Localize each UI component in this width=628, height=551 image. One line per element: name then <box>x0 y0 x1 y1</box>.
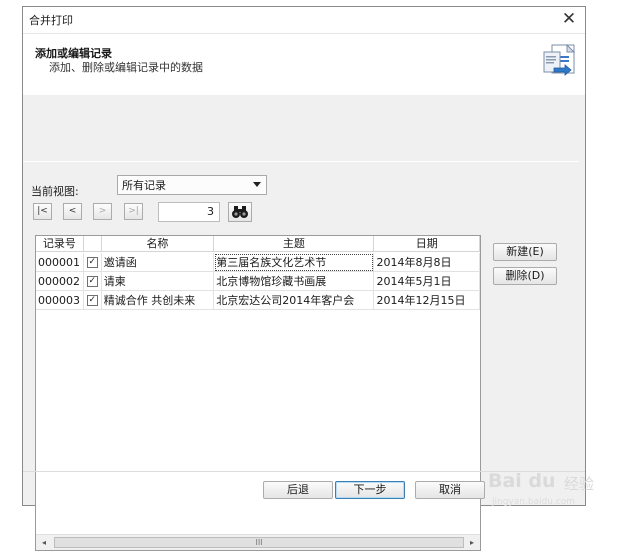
view-select[interactable]: 所有记录 <box>117 175 267 195</box>
current-view-label: 当前视图: <box>31 185 79 198</box>
column-header-date[interactable]: 日期 <box>374 236 480 252</box>
include-checkbox[interactable]: ✓ <box>86 294 98 306</box>
include-checkbox-cell: ✓ <box>83 272 102 291</box>
scroll-right-icon[interactable]: ▸ <box>464 535 480 550</box>
column-header-record-id[interactable]: 记录号 <box>36 236 84 252</box>
horizontal-scrollbar[interactable]: ◂ III ▸ <box>36 534 480 550</box>
cancel-button[interactable]: 取消 <box>415 481 485 499</box>
previous-record-button[interactable]: < <box>63 203 82 220</box>
include-checkbox-cell: ✓ <box>83 253 102 272</box>
include-checkbox-cell: ✓ <box>83 291 102 310</box>
scroll-thumb[interactable]: III <box>54 537 464 548</box>
date-cell[interactable]: 2014年5月1日 <box>374 272 480 291</box>
record-number-input[interactable]: 3 <box>158 202 220 222</box>
column-header-check[interactable] <box>84 236 102 252</box>
subject-cell[interactable]: 北京博物馆珍藏书画展 <box>214 272 375 291</box>
grid-header: 记录号 名称 主题 日期 <box>36 236 480 252</box>
merge-document-icon <box>543 44 576 76</box>
baidu-jingyan-watermark: Bai du 经验 jingyan.baidu.com <box>488 466 608 516</box>
subject-cell[interactable]: 北京宏达公司2014年客户会 <box>214 291 375 310</box>
divider <box>23 161 579 162</box>
column-header-name[interactable]: 名称 <box>102 236 215 252</box>
header-subtitle: 添加、删除或编辑记录中的数据 <box>49 61 203 74</box>
find-button[interactable] <box>228 202 252 222</box>
watermark-text: 经验 <box>564 475 595 493</box>
column-header-subject[interactable]: 主题 <box>214 236 375 252</box>
subject-cell[interactable]: 第三届名族文化艺术节 <box>214 253 375 272</box>
table-row[interactable]: 000001 ✓ 邀请函 第三届名族文化艺术节 2014年8月8日 <box>36 253 480 272</box>
name-cell[interactable]: 邀请函 <box>101 253 215 272</box>
back-button[interactable]: 后退 <box>263 481 333 499</box>
wizard-header: 添加或编辑记录 添加、删除或编辑记录中的数据 <box>23 33 585 95</box>
table-row[interactable]: 000003 ✓ 精诚合作 共创未来 北京宏达公司2014年客户会 2014年1… <box>36 291 480 310</box>
name-cell[interactable]: 精诚合作 共创未来 <box>101 291 215 310</box>
binoculars-icon <box>232 206 248 218</box>
view-select-value: 所有记录 <box>122 179 166 192</box>
records-grid[interactable]: 记录号 名称 主题 日期 000001 ✓ 邀请函 第三届名族文化艺术节 201… <box>35 235 481 551</box>
include-checkbox[interactable]: ✓ <box>86 256 98 268</box>
record-id-cell: 000003 <box>36 291 84 310</box>
next-record-button[interactable]: > <box>93 203 112 220</box>
next-button[interactable]: 下一步 <box>335 481 405 499</box>
record-id-cell: 000001 <box>36 253 84 272</box>
title-bar: 合并打印 ✕ <box>23 7 585 33</box>
new-record-button[interactable]: 新建(E) <box>493 243 557 261</box>
window-title: 合并打印 <box>29 14 73 27</box>
last-record-button[interactable]: >| <box>124 203 143 220</box>
close-button[interactable]: ✕ <box>557 8 581 30</box>
merge-print-dialog: 合并打印 ✕ 添加或编辑记录 添加、删除或编辑记录中的数据 当前视图: 所有记录… <box>22 6 586 551</box>
first-record-button[interactable]: |< <box>33 203 52 220</box>
wizard-body: 当前视图: 所有记录 |< < > >| 3 记录号 名称 主题 日期 0000… <box>23 95 585 551</box>
name-cell[interactable]: 请柬 <box>101 272 215 291</box>
scroll-left-icon[interactable]: ◂ <box>36 535 52 550</box>
record-id-cell: 000002 <box>36 272 84 291</box>
chevron-down-icon <box>253 182 261 187</box>
watermark-logo: Bai du <box>488 470 556 492</box>
delete-record-button[interactable]: 删除(D) <box>493 267 557 285</box>
date-cell[interactable]: 2014年12月15日 <box>374 291 480 310</box>
watermark-url: jingyan.baidu.com <box>492 497 576 507</box>
table-row[interactable]: 000002 ✓ 请柬 北京博物馆珍藏书画展 2014年5月1日 <box>36 272 480 291</box>
include-checkbox[interactable]: ✓ <box>86 275 98 287</box>
date-cell[interactable]: 2014年8月8日 <box>374 253 480 272</box>
